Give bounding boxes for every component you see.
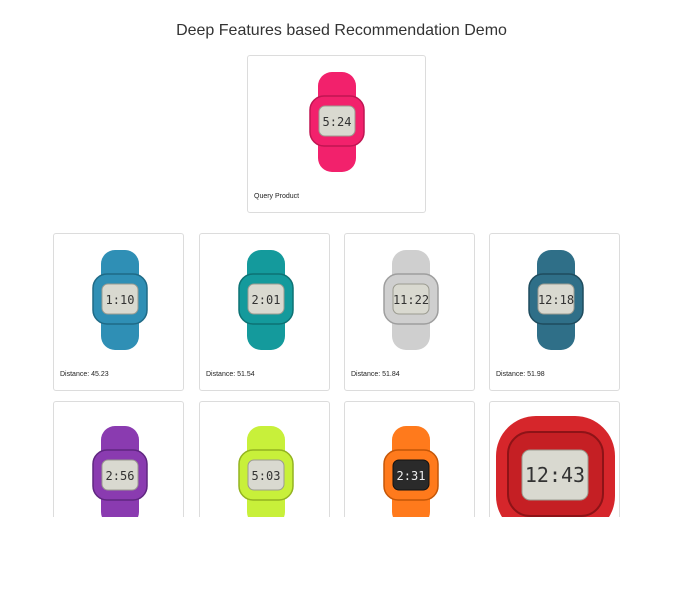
watch-time: 5:24 <box>323 115 352 129</box>
distance-label: Distance: 51.84 <box>351 371 400 378</box>
distance-label: Distance: 51.98 <box>496 371 545 378</box>
watch-time: 1:10 <box>106 293 135 307</box>
result-card[interactable]: 12:18 Distance: 51.98 <box>489 233 620 391</box>
watch-image: 5:03 <box>238 426 294 526</box>
watch-image: 2:56 <box>92 426 148 526</box>
distance-label: Distance: 51.54 <box>206 371 255 378</box>
watch-time: 2:01 <box>252 293 281 307</box>
result-card[interactable]: 2:01 Distance: 51.54 <box>199 233 330 391</box>
watch-image: 2:01 <box>238 250 294 350</box>
watch-image: 11:22 <box>383 250 439 350</box>
query-product-card[interactable]: 5:24 Query Product <box>247 55 426 213</box>
watch-image: 2:31 <box>383 426 439 526</box>
watch-image: 5:24 <box>309 72 365 172</box>
watch-time: 5:03 <box>252 469 281 483</box>
watch-time: 11:22 <box>393 293 429 307</box>
watch-time: 12:18 <box>538 293 574 307</box>
query-product-label: Query Product <box>254 193 300 200</box>
watch-time: 2:31 <box>397 469 426 483</box>
result-card[interactable]: 1:10 Distance: 45.23 <box>53 233 184 391</box>
watch-time: 2:56 <box>106 469 135 483</box>
watch-image: 1:10 <box>92 250 148 350</box>
distance-label: Distance: 45.23 <box>60 371 109 378</box>
page-title: Deep Features based Recommendation Demo <box>176 22 507 39</box>
result-card[interactable]: 11:22 Distance: 51.84 <box>344 233 475 391</box>
watch-time: 12:43 <box>525 463 585 487</box>
watch-image: 12:18 <box>528 250 584 350</box>
page-background <box>0 517 683 591</box>
